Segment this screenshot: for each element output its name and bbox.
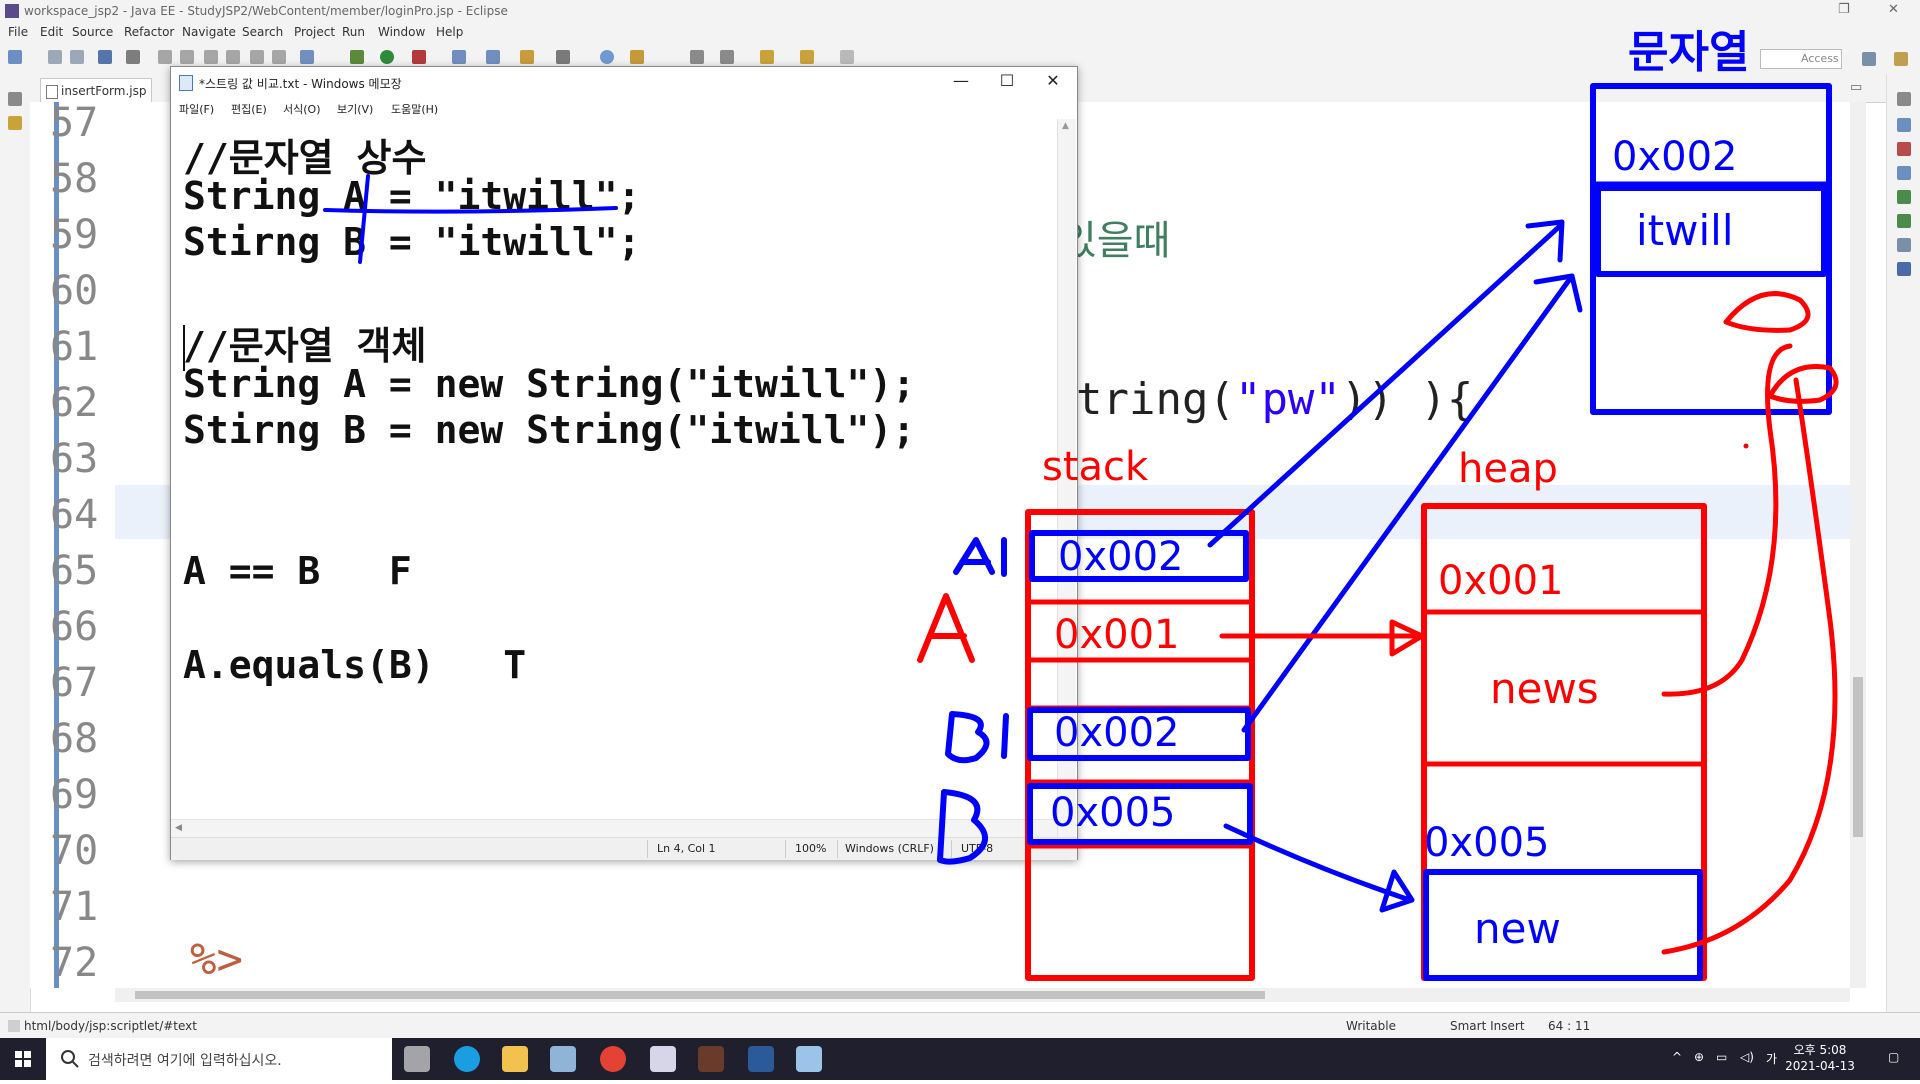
heap-value: news: [1490, 664, 1599, 713]
clock-time: 오후 5:08: [1793, 1043, 1847, 1057]
handwritten-b1: [945, 711, 1009, 764]
notification-icon[interactable]: ▢: [1888, 1050, 1899, 1064]
heap-label: heap: [1458, 446, 1558, 492]
file-explorer-icon[interactable]: [502, 1046, 528, 1072]
tray-expand-icon[interactable]: ^: [1672, 1050, 1682, 1064]
taskbar-search[interactable]: 검색하려면 여기에 입력하십시오.: [46, 1038, 392, 1080]
start-button[interactable]: [0, 1038, 46, 1080]
stack-label: stack: [1042, 444, 1149, 490]
task-view-icon[interactable]: [404, 1046, 430, 1072]
taskbar-clock[interactable]: 오후 5:08 2021-04-13: [1780, 1042, 1860, 1078]
windows-logo-icon: [15, 1051, 31, 1067]
app-icon[interactable]: [650, 1046, 676, 1072]
chrome-icon[interactable]: [600, 1046, 626, 1072]
search-icon: [61, 1050, 79, 1068]
stack-cell-value: 0x002: [1058, 534, 1184, 580]
tray-network-icon[interactable]: ⊕: [1694, 1050, 1704, 1064]
vscode-icon[interactable]: [748, 1046, 774, 1072]
pool-title-handwritten: 문자열: [1628, 27, 1750, 78]
heap-address: 0x001: [1438, 558, 1564, 604]
stack-cell-value: 0x005: [1050, 790, 1176, 836]
display-app-icon[interactable]: [550, 1046, 576, 1072]
search-placeholder: 검색하려면 여기에 입력하십시오.: [88, 1053, 282, 1069]
arrow-head: [1379, 869, 1415, 913]
heap-new-cell: [1423, 869, 1703, 981]
windows-taskbar: 검색하려면 여기에 입력하십시오. ^ ⊕ ▭ ◁) 가 ▢: [0, 1038, 1920, 1080]
edge-icon[interactable]: [454, 1046, 480, 1072]
heap-value: new: [1474, 904, 1561, 953]
dot-mark: [1743, 443, 1749, 449]
stack-cell-value: 0x001: [1054, 612, 1180, 658]
arrow-head-scribble: [1723, 291, 1811, 333]
strike-stroke: [358, 174, 370, 264]
arrow-new-to-pool: [1661, 377, 1838, 955]
tray-volume-icon[interactable]: ◁): [1740, 1050, 1754, 1064]
clock-date: 2021-04-13: [1785, 1059, 1855, 1073]
ime-indicator[interactable]: 가: [1766, 1050, 1777, 1067]
heap-address: 0x005: [1424, 820, 1550, 866]
arrow-a1-to-pool: [1207, 223, 1563, 548]
handwritten-a: [917, 593, 975, 663]
eclipse-taskbar-icon[interactable]: [698, 1046, 724, 1072]
stack-cell-value: 0x002: [1054, 710, 1180, 756]
underline-stroke: [323, 206, 618, 214]
pool-value: itwill: [1636, 206, 1734, 255]
handwritten-a1: [953, 537, 1007, 577]
notepad-taskbar-icon[interactable]: [796, 1046, 822, 1072]
pool-address: 0x002: [1612, 134, 1738, 180]
handwritten-b: [937, 789, 988, 865]
tray-display-icon[interactable]: ▭: [1716, 1050, 1727, 1064]
